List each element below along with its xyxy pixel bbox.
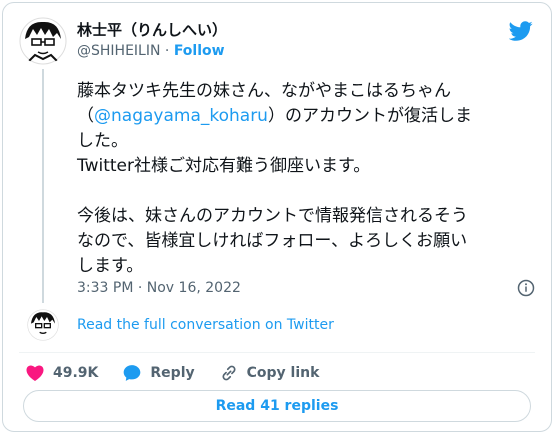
info-icon[interactable] <box>517 279 535 297</box>
tweet-embed-card: 林士平（りんしへい） @SHIHEILIN · Follow 藤本タツキ先生の妹… <box>2 2 552 432</box>
copy-link-button[interactable]: Copy link <box>219 363 320 383</box>
tweet-line: ）のアカウントが復活しま <box>267 106 472 126</box>
like-button[interactable]: 49.9K <box>25 363 98 383</box>
twitter-bird-icon[interactable] <box>509 19 533 43</box>
thread-line <box>42 69 44 303</box>
handle-separator: · <box>160 43 174 59</box>
divider <box>19 352 535 353</box>
read-replies-button[interactable]: Read 41 replies <box>23 390 531 422</box>
heart-icon <box>26 365 44 381</box>
author-avatar[interactable] <box>19 17 67 65</box>
reply-button[interactable]: Reply <box>122 363 195 383</box>
reply-bubble-icon <box>124 365 141 381</box>
read-full-conversation-link[interactable]: Read the full conversation on Twitter <box>77 317 334 333</box>
action-bar: 49.9K Reply Copy link <box>25 361 343 385</box>
link-icon <box>222 365 236 381</box>
tweet-line: Twitter社様ご対応有難う御座います。 <box>77 156 371 176</box>
follow-button[interactable]: Follow <box>174 43 225 59</box>
copy-link-label: Copy link <box>246 365 320 381</box>
tweet-timestamp[interactable]: 3:33 PM · Nov 16, 2022 <box>77 280 241 296</box>
mention-link[interactable]: @nagayama_koharu <box>94 106 268 126</box>
tweet-line: 今後は、妹さんのアカウントで情報発信されるそう <box>77 206 468 226</box>
author-display-name[interactable]: 林士平（りんしへい） <box>77 19 227 40</box>
author-handle-row: @SHIHEILIN · Follow <box>77 43 225 59</box>
tweet-line: なので、皆様宜しければフォロー、よろしくお願い <box>77 231 468 251</box>
reply-author-avatar[interactable] <box>27 309 59 341</box>
tweet-line: 藤本タツキ先生の妹さん、ながやまこはるちゃん <box>77 81 451 101</box>
like-count: 49.9K <box>53 365 99 381</box>
tweet-text: 藤本タツキ先生の妹さん、ながやまこはるちゃん （@nagayama_koharu… <box>77 79 537 279</box>
author-handle[interactable]: @SHIHEILIN <box>77 43 160 59</box>
tweet-line: します。 <box>77 256 144 276</box>
tweet-line: （ <box>77 106 94 126</box>
tweet-line: した。 <box>77 131 128 151</box>
reply-label: Reply <box>150 365 195 381</box>
